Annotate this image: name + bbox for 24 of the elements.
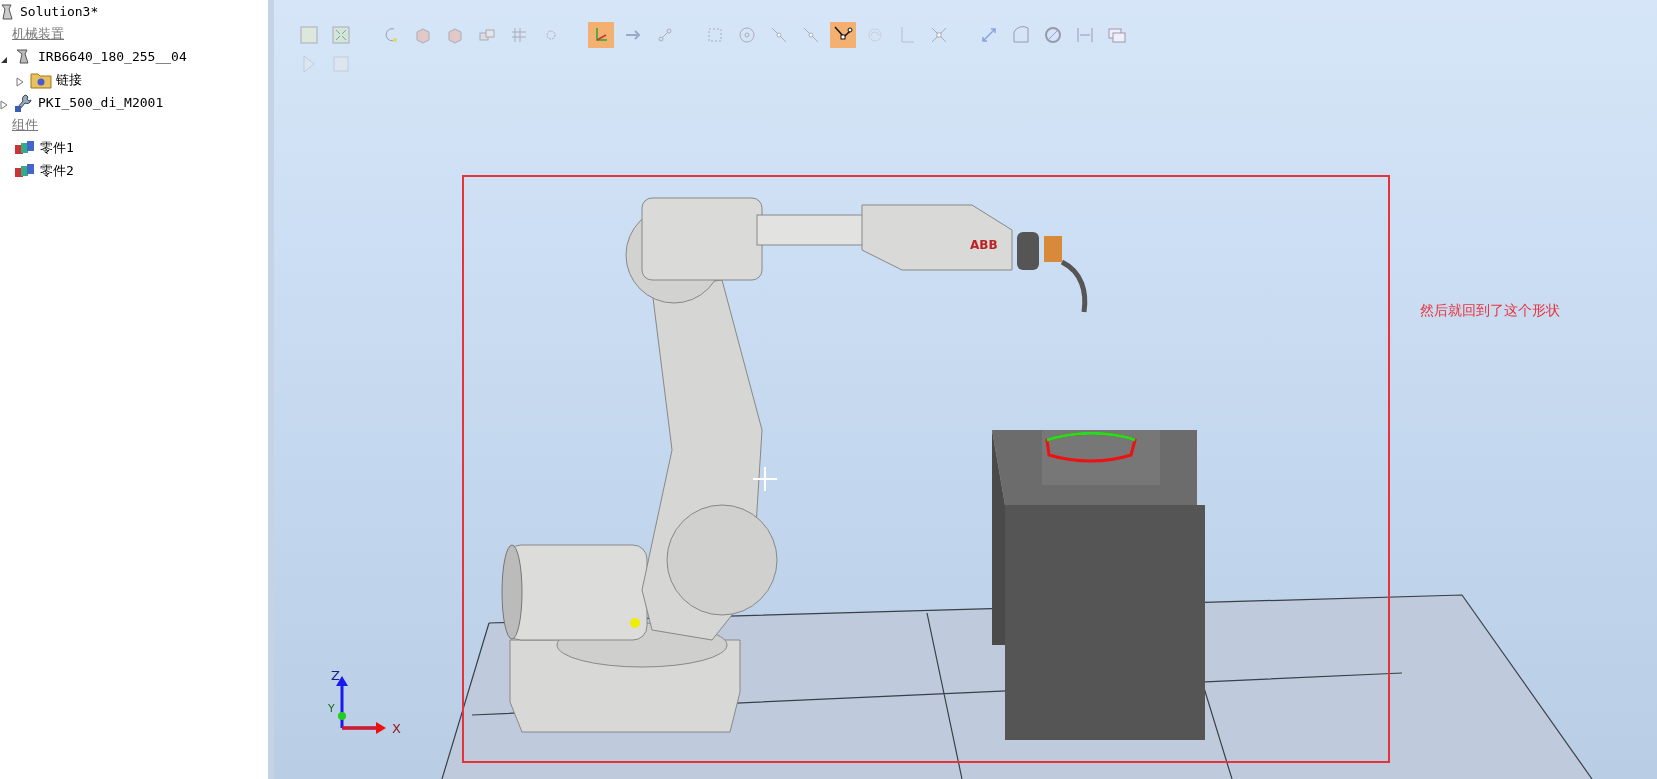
axes-icon[interactable] — [588, 22, 614, 48]
group-heading: 组件 — [11, 116, 39, 134]
wrench-icon — [14, 92, 34, 113]
tree-item-label[interactable]: 链接 — [56, 70, 82, 89]
solution-title: Solution3* — [20, 4, 99, 19]
group-heading: 机械装置 — [11, 25, 65, 43]
robot-arm-icon — [0, 2, 16, 21]
collapsed-arrow-icon[interactable] — [16, 76, 24, 87]
tree-item-label[interactable]: 零件1 — [40, 138, 74, 157]
cubes-icon — [14, 139, 36, 156]
crosshair-drawing — [752, 466, 778, 492]
tree-item-label[interactable]: 零件2 — [40, 161, 74, 180]
snap-icon[interactable] — [830, 22, 856, 48]
robot-logo-text: ABB — [970, 238, 998, 252]
cubes-icon — [14, 162, 36, 179]
expanded-arrow-icon[interactable] — [0, 55, 8, 64]
z-axis-label: Z — [331, 668, 340, 683]
folder-gear-icon — [30, 70, 52, 89]
tree-item-label[interactable]: PKI_500_di_M2001 — [38, 95, 164, 110]
y-axis-label: Y — [328, 702, 335, 715]
tree-item-label[interactable]: IRB6640_180_255__04 — [38, 49, 187, 64]
annotation-text: 然后就回到了这个形状 — [1420, 302, 1560, 320]
collapsed-arrow-icon[interactable] — [0, 99, 8, 110]
x-axis-label: X — [392, 721, 401, 736]
